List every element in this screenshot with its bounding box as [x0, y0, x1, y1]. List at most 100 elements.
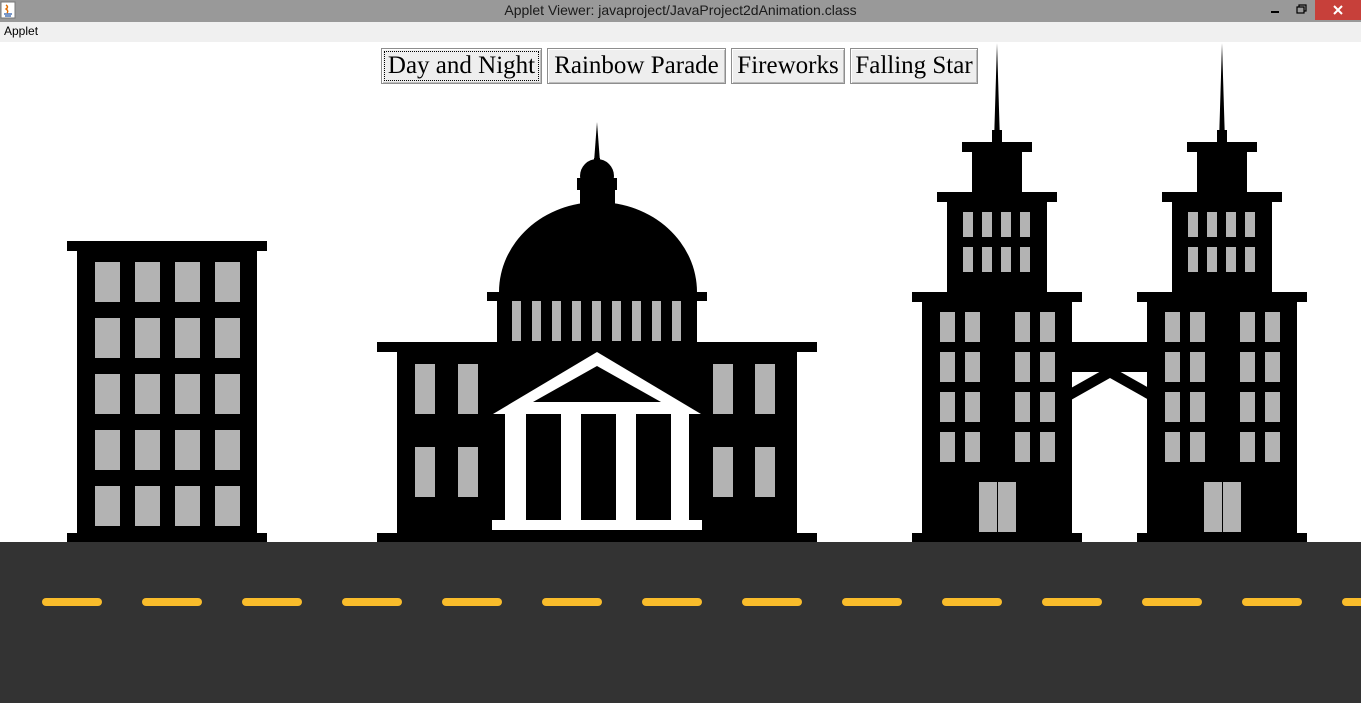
tower-window — [1207, 212, 1217, 237]
tower-window — [1165, 312, 1180, 342]
tower-window — [1190, 312, 1205, 342]
building-window — [175, 262, 200, 302]
tower — [1137, 43, 1307, 542]
tower-window — [1015, 352, 1030, 382]
tower-window — [1165, 352, 1180, 382]
tower-window — [1001, 212, 1011, 237]
tower-window — [1001, 247, 1011, 272]
building-window — [95, 374, 120, 414]
tower-window — [1190, 432, 1205, 462]
twin-towers — [912, 43, 1307, 542]
tower-window — [1240, 312, 1255, 342]
building-window — [135, 318, 160, 358]
lane-dash — [842, 598, 902, 606]
wing-window — [415, 447, 435, 497]
dome-window — [652, 301, 661, 341]
falling-star-button[interactable]: Falling Star — [850, 48, 978, 84]
minimize-icon — [1271, 11, 1279, 13]
dome-window — [592, 301, 601, 341]
maximize-icon — [1296, 4, 1307, 14]
building-window — [175, 318, 200, 358]
tower-window — [963, 247, 973, 272]
lane-dash — [442, 598, 502, 606]
tower-window — [1265, 392, 1280, 422]
tower-window — [1165, 432, 1180, 462]
tower-window — [965, 392, 980, 422]
tower-window — [940, 392, 955, 422]
title-bar: Applet Viewer: javaproject/JavaProject2d… — [0, 0, 1361, 22]
tower-window — [1040, 392, 1055, 422]
building-window — [175, 486, 200, 526]
office-building — [67, 241, 267, 542]
building-window — [95, 262, 120, 302]
tower-window — [1226, 247, 1236, 272]
tower-window — [1265, 312, 1280, 342]
menu-bar: Applet — [0, 22, 1361, 42]
lane-dash — [1042, 598, 1102, 606]
tower-window — [1226, 212, 1236, 237]
day-and-night-button[interactable]: Day and Night — [381, 48, 542, 84]
tower-window — [1015, 312, 1030, 342]
tower-window — [1040, 352, 1055, 382]
tower-window — [982, 247, 992, 272]
tower-window — [1015, 392, 1030, 422]
tower-door — [998, 482, 1016, 532]
wing-window — [415, 364, 435, 414]
dome-window — [512, 301, 521, 341]
close-icon — [1333, 5, 1343, 15]
wing-window — [755, 364, 775, 414]
fireworks-button[interactable]: Fireworks — [731, 48, 845, 84]
tower-window — [1190, 352, 1205, 382]
building-window — [95, 486, 120, 526]
building-window — [215, 430, 240, 470]
wing-window — [713, 447, 733, 497]
city-scene — [0, 43, 1361, 703]
building-window — [95, 318, 120, 358]
tower-window — [940, 352, 955, 382]
close-button[interactable] — [1315, 0, 1361, 20]
dome-window — [612, 301, 621, 341]
building-window — [215, 374, 240, 414]
tower-door — [979, 482, 997, 532]
tower-window — [1020, 212, 1030, 237]
tower-window — [940, 312, 955, 342]
building-window — [175, 374, 200, 414]
road — [0, 542, 1361, 703]
tower-window — [1240, 352, 1255, 382]
tower-window — [1207, 247, 1217, 272]
tower-window — [965, 432, 980, 462]
building-window — [215, 486, 240, 526]
lane-dash — [342, 598, 402, 606]
lane-dash — [1142, 598, 1202, 606]
tower-window — [1165, 392, 1180, 422]
dome-window — [632, 301, 641, 341]
window-title: Applet Viewer: javaproject/JavaProject2d… — [504, 2, 857, 18]
lane-dash — [742, 598, 802, 606]
building-window — [175, 430, 200, 470]
building-window — [135, 374, 160, 414]
lane-dash — [1242, 598, 1302, 606]
lane-dash — [542, 598, 602, 606]
wing-window — [713, 364, 733, 414]
tower-door — [1223, 482, 1241, 532]
rainbow-parade-button[interactable]: Rainbow Parade — [547, 48, 726, 84]
building-window — [135, 430, 160, 470]
tower-door — [1204, 482, 1222, 532]
tower-window — [1240, 392, 1255, 422]
tower-window — [1040, 432, 1055, 462]
minimize-button[interactable] — [1263, 0, 1287, 20]
menu-applet[interactable]: Applet — [4, 24, 38, 38]
lane-dash — [1342, 598, 1361, 606]
lane-dash — [242, 598, 302, 606]
wing-window — [755, 447, 775, 497]
tower-window — [965, 312, 980, 342]
wing-window — [458, 364, 478, 414]
building-window — [215, 262, 240, 302]
lane-dash — [942, 598, 1002, 606]
lane-dash — [42, 598, 102, 606]
tower-window — [963, 212, 973, 237]
tower-window — [1015, 432, 1030, 462]
maximize-button[interactable] — [1289, 0, 1313, 20]
tower-window — [965, 352, 980, 382]
tower-window — [1245, 247, 1255, 272]
